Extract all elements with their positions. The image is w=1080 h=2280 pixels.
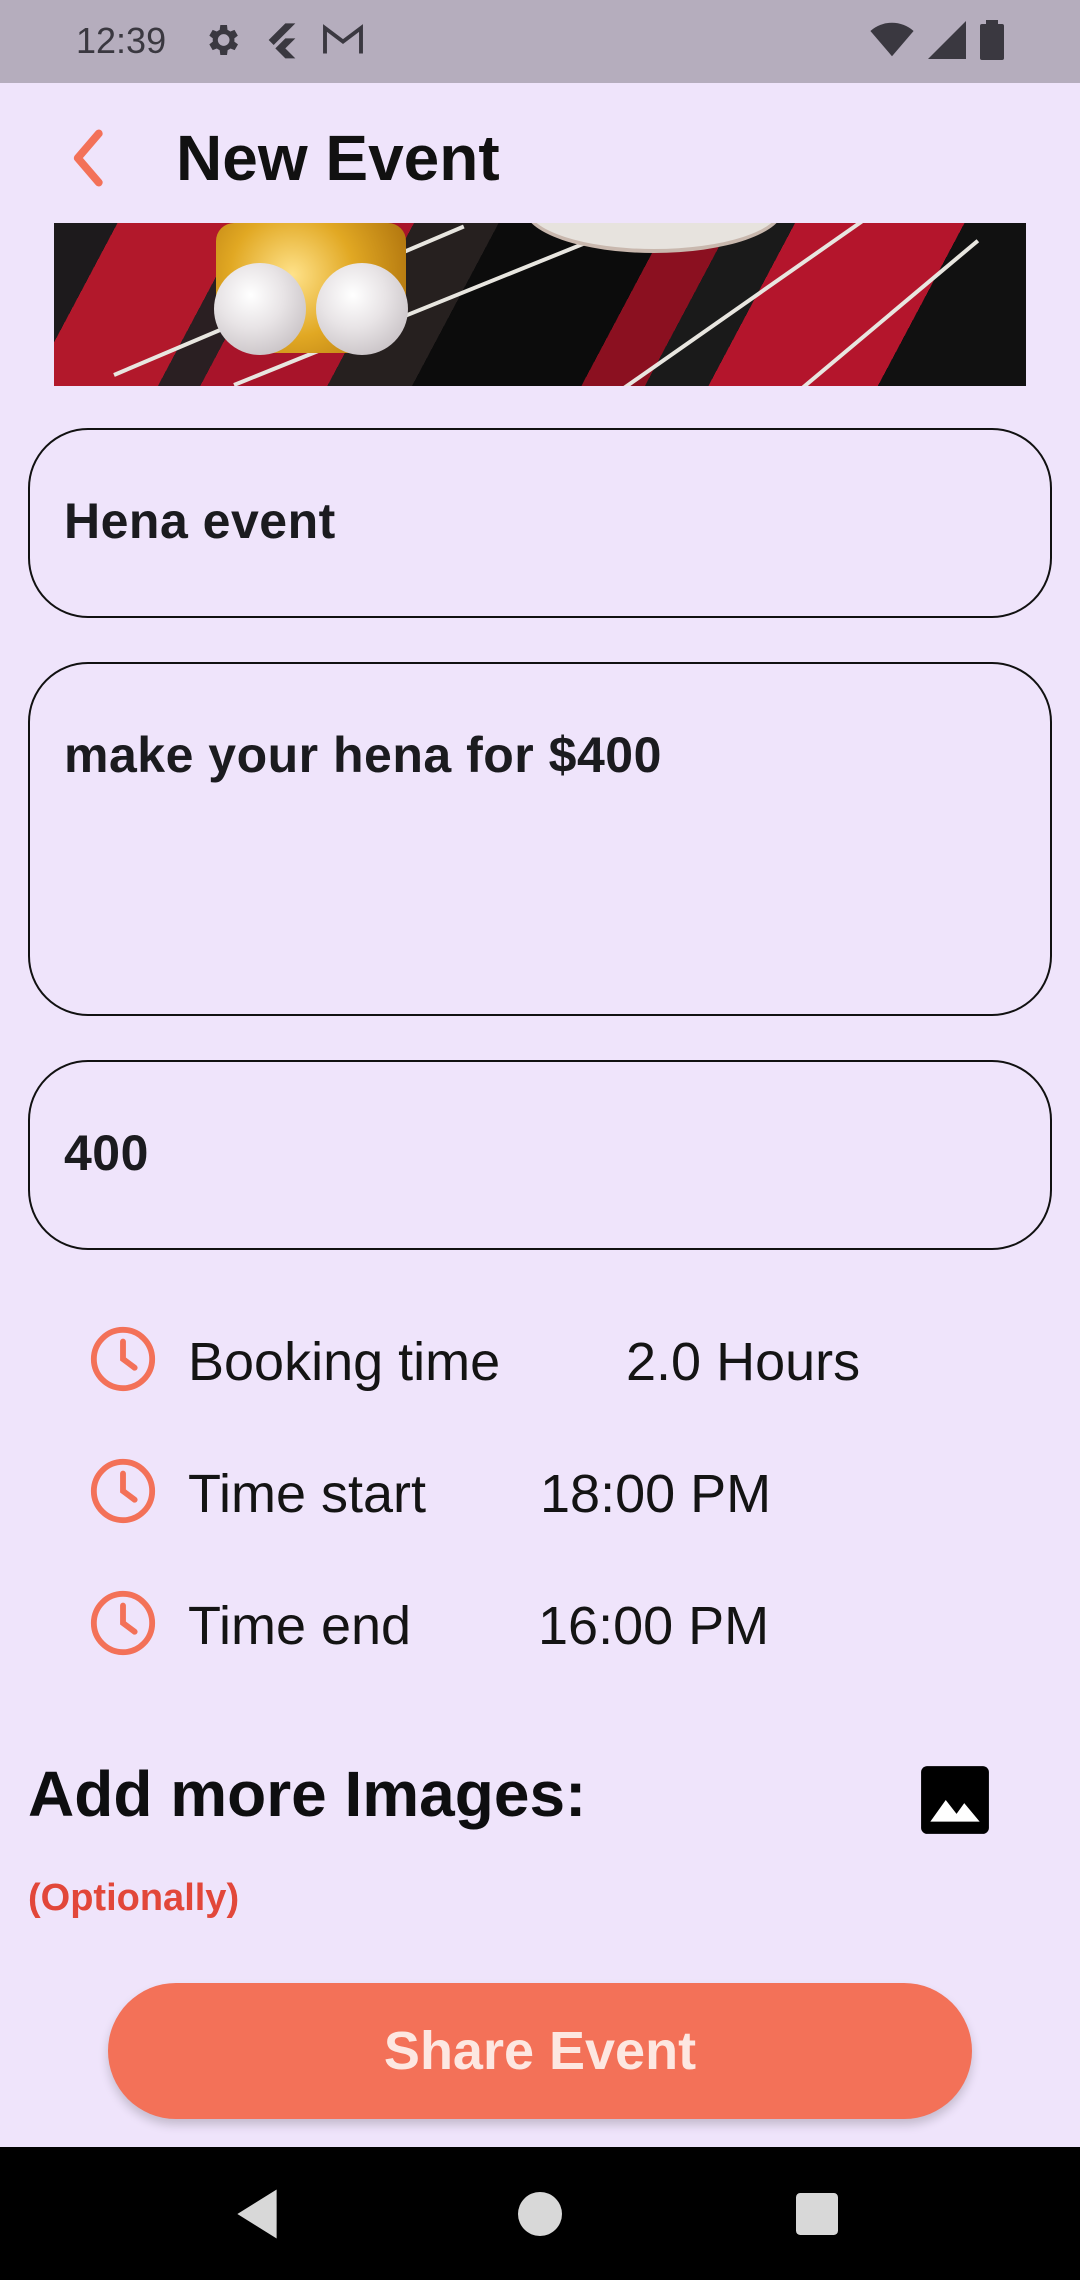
nav-home-icon[interactable] — [518, 2187, 562, 2241]
time-end-value: 16:00 PM — [538, 1596, 770, 1656]
clock-icon — [90, 1326, 156, 1392]
price-value: 400 — [64, 1125, 149, 1181]
app-bar: New Event — [0, 83, 1080, 223]
share-event-button[interactable]: Share Event — [108, 1983, 972, 2119]
status-right-icons — [870, 20, 1004, 60]
time-start-row[interactable]: Time start 18:00 PM — [88, 1449, 988, 1529]
description-field[interactable]: make your hena for $400 — [28, 662, 1052, 1016]
event-name-value: Hena event — [64, 493, 336, 549]
system-nav-bar — [0, 2147, 1080, 2280]
page-title: New Event — [176, 122, 500, 194]
battery-icon — [980, 20, 1004, 60]
time-end-label: Time end — [188, 1596, 412, 1656]
clock-icon — [90, 1590, 156, 1656]
gmail-icon — [323, 24, 363, 54]
description-value: make your hena for $400 — [64, 727, 662, 783]
time-start-value: 18:00 PM — [540, 1464, 772, 1524]
status-left-icons — [202, 20, 364, 60]
price-field[interactable]: 400 — [28, 1060, 1052, 1250]
time-start-label: Time start — [188, 1464, 427, 1524]
wifi-icon — [870, 22, 914, 57]
time-end-row[interactable]: Time end 16:00 PM — [88, 1581, 988, 1661]
clock-icon — [90, 1458, 156, 1524]
status-bar: 12:39 — [0, 0, 1080, 83]
chevron-left-icon — [73, 129, 103, 187]
booking-time-value: 2.0 Hours — [626, 1332, 861, 1392]
booking-time-label: Booking time — [188, 1332, 501, 1392]
event-name-field[interactable]: Hena event — [28, 428, 1052, 618]
signal-icon — [928, 21, 966, 59]
status-time: 12:39 — [76, 20, 167, 61]
add-more-images-heading: Add more Images: — [28, 1758, 587, 1830]
nav-back-icon[interactable] — [232, 2187, 282, 2241]
booking-time-row[interactable]: Booking time 2.0 Hours — [88, 1317, 988, 1397]
nav-recents-icon[interactable] — [796, 2187, 838, 2241]
event-cover-image — [54, 223, 1026, 386]
optional-note: (Optionally) — [28, 1877, 240, 1919]
image-icon[interactable] — [918, 1763, 992, 1837]
settings-icon — [209, 25, 238, 55]
flutter-icon — [268, 23, 296, 59]
back-button[interactable] — [60, 123, 120, 193]
